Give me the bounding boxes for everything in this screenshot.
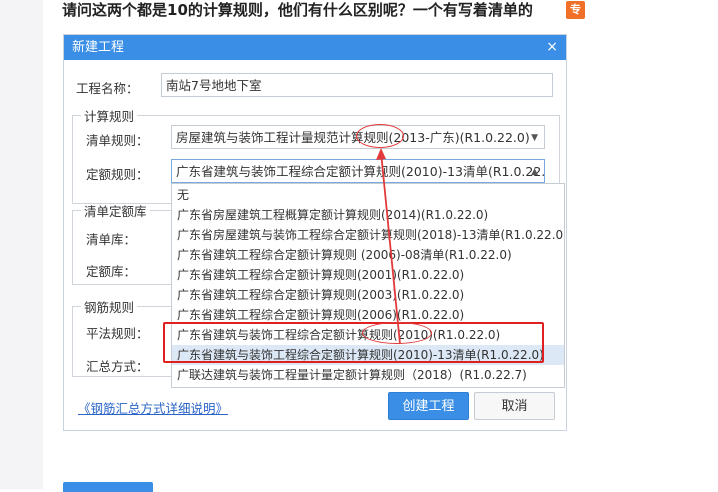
arrow-shaft [380,151,401,345]
arrow-head [376,148,386,160]
annotation-arrow [376,148,401,345]
partial-bottom-button[interactable] [63,482,153,492]
